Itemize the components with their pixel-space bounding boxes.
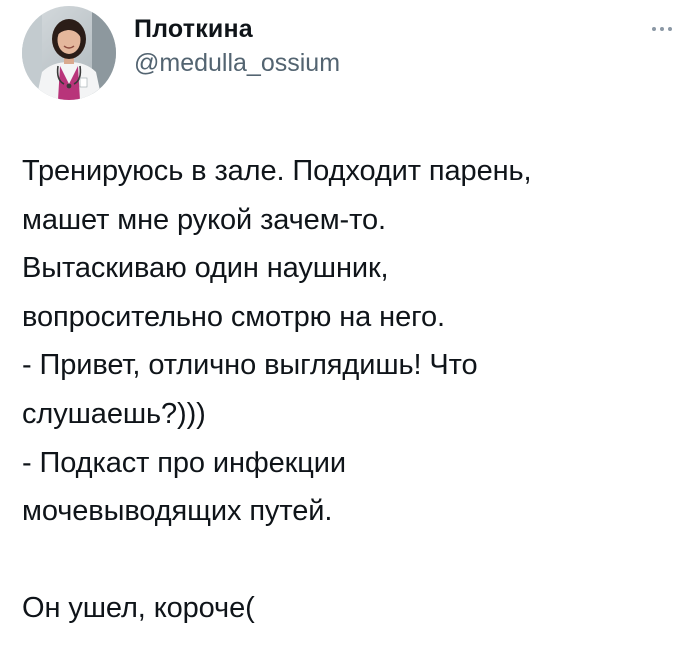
more-dot xyxy=(668,27,672,31)
tweet-line: машет мне рукой зачем-то. xyxy=(22,203,386,236)
tweet-line: мочевыводящих путей. xyxy=(22,495,333,528)
tweet-card: Плоткина @medulla_ossium Тренируюсь в за… xyxy=(0,0,700,664)
tweet-header: Плоткина @medulla_ossium xyxy=(22,6,682,102)
more-horizontal-icon[interactable] xyxy=(652,24,678,34)
tweet-line: Тренируюсь в зале. Подходит парень, xyxy=(22,155,532,187)
more-dot xyxy=(652,27,656,31)
doctor-avatar-photo xyxy=(22,6,116,100)
tweet-line: - Привет, отлично выглядишь! Что xyxy=(22,349,478,382)
tweet-line: вопросительно смотрю на него. xyxy=(22,300,445,333)
display-name[interactable]: Плоткина xyxy=(134,14,340,44)
tweet-line: Он ушел, короче( xyxy=(22,592,255,625)
avatar[interactable] xyxy=(22,6,116,100)
user-handle[interactable]: @medulla_ossium xyxy=(134,48,340,78)
more-dot xyxy=(660,27,664,31)
tweet-line: - Подкаст про инфекции xyxy=(22,446,346,479)
tweet-text: Тренируюсь в зале. Подходит парень, маше… xyxy=(22,147,682,633)
author-info: Плоткина @medulla_ossium xyxy=(134,14,340,78)
tweet-line: Вытаскиваю один наушник, xyxy=(22,252,389,285)
tweet-line: слушаешь?))) xyxy=(22,397,206,430)
